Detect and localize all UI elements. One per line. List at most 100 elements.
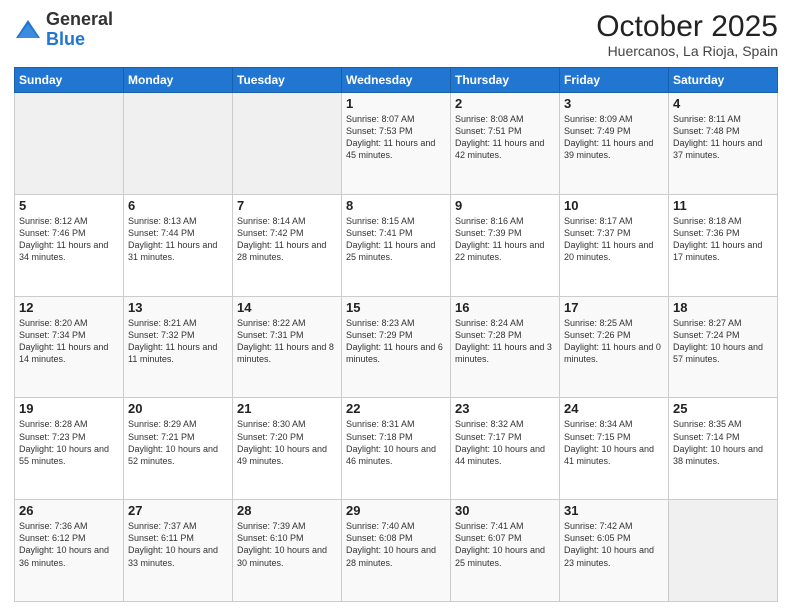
calendar-cell: 15 Sunrise: 8:23 AM Sunset: 7:29 PM Dayli… xyxy=(342,296,451,398)
calendar-cell: 14 Sunrise: 8:22 AM Sunset: 7:31 PM Dayli… xyxy=(233,296,342,398)
day-number: 12 xyxy=(19,300,119,315)
col-wednesday: Wednesday xyxy=(342,68,451,93)
day-info: Sunrise: 8:28 AM Sunset: 7:23 PM Dayligh… xyxy=(19,418,119,467)
day-number: 27 xyxy=(128,503,228,518)
day-info: Sunrise: 7:42 AM Sunset: 6:05 PM Dayligh… xyxy=(564,520,664,569)
calendar-cell: 22Sunrise: 8:31 AM Sunset: 7:18 PM Dayli… xyxy=(342,398,451,500)
day-info: Sunrise: 8:27 AM Sunset: 7:24 PM Dayligh… xyxy=(673,317,773,366)
day-info: Sunrise: 8:22 AM Sunset: 7:31 PM Dayligh… xyxy=(237,317,337,366)
day-info: Sunrise: 8:23 AM Sunset: 7:29 PM Dayligh… xyxy=(346,317,446,366)
calendar-cell: 21Sunrise: 8:30 AM Sunset: 7:20 PM Dayli… xyxy=(233,398,342,500)
day-info: Sunrise: 8:12 AM Sunset: 7:46 PM Dayligh… xyxy=(19,215,119,264)
day-info: Sunrise: 8:18 AM Sunset: 7:36 PM Dayligh… xyxy=(673,215,773,264)
logo: General Blue xyxy=(14,10,113,50)
week-row-3: 19Sunrise: 8:28 AM Sunset: 7:23 PM Dayli… xyxy=(15,398,778,500)
day-info: Sunrise: 8:32 AM Sunset: 7:17 PM Dayligh… xyxy=(455,418,555,467)
day-info: Sunrise: 8:16 AM Sunset: 7:39 PM Dayligh… xyxy=(455,215,555,264)
calendar-cell: 3 Sunrise: 8:09 AM Sunset: 7:49 PM Daylig… xyxy=(560,93,669,195)
calendar-cell: 12 Sunrise: 8:20 AM Sunset: 7:34 PM Dayli… xyxy=(15,296,124,398)
day-info: Sunrise: 7:40 AM Sunset: 6:08 PM Dayligh… xyxy=(346,520,446,569)
day-info: Sunrise: 8:30 AM Sunset: 7:20 PM Dayligh… xyxy=(237,418,337,467)
calendar-cell: 29Sunrise: 7:40 AM Sunset: 6:08 PM Dayli… xyxy=(342,500,451,602)
day-info: Sunrise: 8:24 AM Sunset: 7:28 PM Dayligh… xyxy=(455,317,555,366)
day-info: Sunrise: 8:25 AM Sunset: 7:26 PM Dayligh… xyxy=(564,317,664,366)
day-number: 3 xyxy=(564,96,664,111)
day-info: Sunrise: 7:37 AM Sunset: 6:11 PM Dayligh… xyxy=(128,520,228,569)
day-info: Sunrise: 8:14 AM Sunset: 7:42 PM Dayligh… xyxy=(237,215,337,264)
day-number: 9 xyxy=(455,198,555,213)
calendar-header: Sunday Monday Tuesday Wednesday Thursday… xyxy=(15,68,778,93)
day-info: Sunrise: 7:39 AM Sunset: 6:10 PM Dayligh… xyxy=(237,520,337,569)
day-number: 7 xyxy=(237,198,337,213)
calendar-cell: 2 Sunrise: 8:08 AM Sunset: 7:51 PM Daylig… xyxy=(451,93,560,195)
day-number: 5 xyxy=(19,198,119,213)
col-friday: Friday xyxy=(560,68,669,93)
day-number: 11 xyxy=(673,198,773,213)
day-number: 25 xyxy=(673,401,773,416)
day-number: 14 xyxy=(237,300,337,315)
calendar-cell: 25 Sunrise: 8:35 AM Sunset: 7:14 PM Dayli… xyxy=(669,398,778,500)
calendar-cell: 6 Sunrise: 8:13 AM Sunset: 7:44 PM Daylig… xyxy=(124,194,233,296)
logo-general: General xyxy=(46,10,113,30)
calendar-cell xyxy=(233,93,342,195)
day-number: 1 xyxy=(346,96,446,111)
calendar-cell: 4 Sunrise: 8:11 AM Sunset: 7:48 PM Daylig… xyxy=(669,93,778,195)
week-row-0: 1 Sunrise: 8:07 AM Sunset: 7:53 PM Daylig… xyxy=(15,93,778,195)
day-number: 15 xyxy=(346,300,446,315)
calendar-cell: 7 Sunrise: 8:14 AM Sunset: 7:42 PM Daylig… xyxy=(233,194,342,296)
col-monday: Monday xyxy=(124,68,233,93)
day-number: 31 xyxy=(564,503,664,518)
day-number: 30 xyxy=(455,503,555,518)
logo-icon xyxy=(14,16,42,44)
day-info: Sunrise: 8:35 AM Sunset: 7:14 PM Dayligh… xyxy=(673,418,773,467)
week-row-2: 12 Sunrise: 8:20 AM Sunset: 7:34 PM Dayli… xyxy=(15,296,778,398)
day-number: 28 xyxy=(237,503,337,518)
day-info: Sunrise: 8:17 AM Sunset: 7:37 PM Dayligh… xyxy=(564,215,664,264)
day-number: 16 xyxy=(455,300,555,315)
calendar-cell: 5 Sunrise: 8:12 AM Sunset: 7:46 PM Daylig… xyxy=(15,194,124,296)
day-info: Sunrise: 8:13 AM Sunset: 7:44 PM Dayligh… xyxy=(128,215,228,264)
day-number: 6 xyxy=(128,198,228,213)
day-info: Sunrise: 8:08 AM Sunset: 7:51 PM Dayligh… xyxy=(455,113,555,162)
day-number: 18 xyxy=(673,300,773,315)
day-info: Sunrise: 8:34 AM Sunset: 7:15 PM Dayligh… xyxy=(564,418,664,467)
logo-blue: Blue xyxy=(46,30,113,50)
day-info: Sunrise: 8:11 AM Sunset: 7:48 PM Dayligh… xyxy=(673,113,773,162)
calendar-cell: 31 Sunrise: 7:42 AM Sunset: 6:05 PM Dayli… xyxy=(560,500,669,602)
calendar-cell: 30Sunrise: 7:41 AM Sunset: 6:07 PM Dayli… xyxy=(451,500,560,602)
day-number: 8 xyxy=(346,198,446,213)
logo-text: General Blue xyxy=(46,10,113,50)
col-thursday: Thursday xyxy=(451,68,560,93)
day-info: Sunrise: 7:36 AM Sunset: 6:12 PM Dayligh… xyxy=(19,520,119,569)
col-sunday: Sunday xyxy=(15,68,124,93)
calendar-cell: 20 Sunrise: 8:29 AM Sunset: 7:21 PM Dayli… xyxy=(124,398,233,500)
calendar-cell: 27 Sunrise: 7:37 AM Sunset: 6:11 PM Dayli… xyxy=(124,500,233,602)
day-number: 4 xyxy=(673,96,773,111)
calendar-subtitle: Huercanos, La Rioja, Spain xyxy=(596,43,778,59)
calendar-cell xyxy=(15,93,124,195)
day-info: Sunrise: 8:07 AM Sunset: 7:53 PM Dayligh… xyxy=(346,113,446,162)
calendar-cell: 9 Sunrise: 8:16 AM Sunset: 7:39 PM Daylig… xyxy=(451,194,560,296)
calendar-cell: 8Sunrise: 8:15 AM Sunset: 7:41 PM Daylig… xyxy=(342,194,451,296)
calendar-cell: 28 Sunrise: 7:39 AM Sunset: 6:10 PM Dayli… xyxy=(233,500,342,602)
day-info: Sunrise: 8:09 AM Sunset: 7:49 PM Dayligh… xyxy=(564,113,664,162)
calendar-title: October 2025 xyxy=(596,10,778,43)
day-number: 26 xyxy=(19,503,119,518)
day-info: Sunrise: 8:29 AM Sunset: 7:21 PM Dayligh… xyxy=(128,418,228,467)
week-row-4: 26 Sunrise: 7:36 AM Sunset: 6:12 PM Dayli… xyxy=(15,500,778,602)
calendar-cell: 17Sunrise: 8:25 AM Sunset: 7:26 PM Dayli… xyxy=(560,296,669,398)
calendar-body: 1 Sunrise: 8:07 AM Sunset: 7:53 PM Daylig… xyxy=(15,93,778,602)
calendar-cell: 13Sunrise: 8:21 AM Sunset: 7:32 PM Dayli… xyxy=(124,296,233,398)
day-number: 23 xyxy=(455,401,555,416)
day-number: 24 xyxy=(564,401,664,416)
day-number: 2 xyxy=(455,96,555,111)
day-number: 20 xyxy=(128,401,228,416)
day-info: Sunrise: 8:21 AM Sunset: 7:32 PM Dayligh… xyxy=(128,317,228,366)
calendar-cell: 18 Sunrise: 8:27 AM Sunset: 7:24 PM Dayli… xyxy=(669,296,778,398)
calendar-cell: 19Sunrise: 8:28 AM Sunset: 7:23 PM Dayli… xyxy=(15,398,124,500)
calendar-cell: 23 Sunrise: 8:32 AM Sunset: 7:17 PM Dayli… xyxy=(451,398,560,500)
calendar-table: Sunday Monday Tuesday Wednesday Thursday… xyxy=(14,67,778,602)
day-info: Sunrise: 8:20 AM Sunset: 7:34 PM Dayligh… xyxy=(19,317,119,366)
col-tuesday: Tuesday xyxy=(233,68,342,93)
page: General Blue October 2025 Huercanos, La … xyxy=(0,0,792,612)
